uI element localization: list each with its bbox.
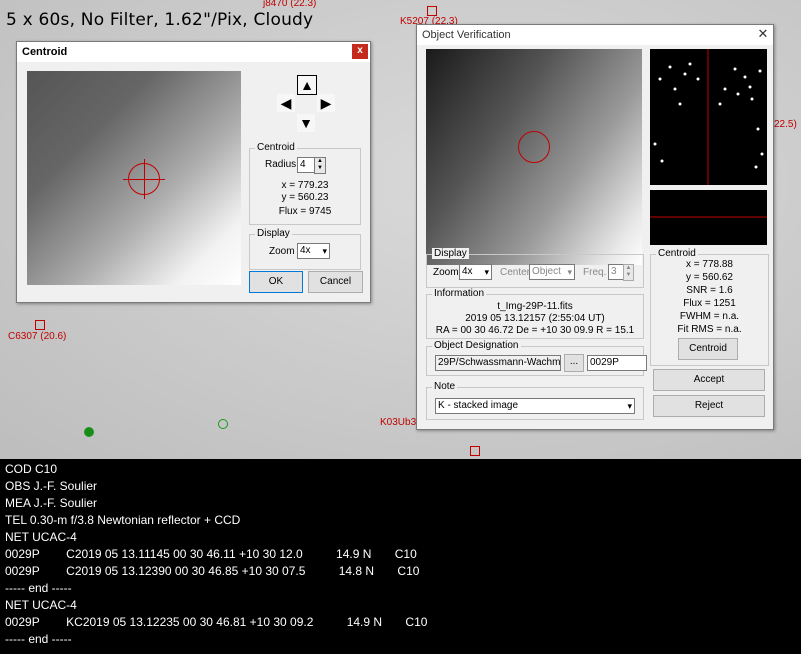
info-file: t_Img-29P-11.fits [497, 301, 573, 312]
profile-preview [650, 190, 767, 245]
ok-button[interactable]: OK [249, 271, 303, 293]
move-right-button[interactable]: ▶ [317, 94, 335, 112]
note-select[interactable]: K - stacked image [435, 398, 635, 414]
move-down-button[interactable]: ▼ [297, 114, 315, 132]
information-group: Information t_Img-29P-11.fits 2019 05 13… [426, 288, 644, 339]
report-line: OBS J.-F. Soulier [5, 479, 98, 493]
object-designation-group: Object Designation 29P/Schwassmann-Wachm… [426, 340, 647, 376]
report-line: COD C10 [5, 462, 58, 476]
info-coords: RA = 00 30 46.72 De = +10 30 09.9 R = 15… [435, 325, 635, 336]
freq-label: Freq. [583, 267, 607, 278]
freq-input[interactable]: 3 [608, 264, 624, 280]
centroid-x: x = 779.23 [281, 180, 329, 191]
crosshair [144, 159, 145, 199]
centroid-window-titlebar[interactable]: Centroid x [17, 42, 370, 62]
report-line: NET UCAC-4 [5, 598, 77, 612]
browse-button[interactable]: ... [564, 354, 584, 372]
centroid-y: y = 560.62 [686, 272, 733, 283]
star-label: K03Ub3 [380, 417, 417, 428]
designation-code-input[interactable]: 0029P [587, 355, 647, 371]
centroid-fwhm: FWHM = n.a. [679, 311, 740, 322]
group-label: Display [255, 228, 292, 239]
info-date: 2019 05 13.12157 (2:55:04 UT) [465, 313, 605, 324]
star-marker [470, 446, 480, 456]
reference-star-marker [218, 419, 228, 429]
radius-spinner[interactable]: ▲ ▼ [314, 157, 326, 174]
group-label: Centroid [255, 142, 297, 153]
zoom-select[interactable]: 4x [459, 264, 492, 280]
display-group: Display Zoom 4x [249, 228, 361, 270]
move-left-button[interactable]: ◀ [277, 94, 295, 112]
close-icon[interactable]: ✕ [755, 27, 771, 42]
reject-button[interactable]: Reject [653, 395, 765, 417]
object-image[interactable] [426, 49, 642, 265]
star-label: 22.5) [774, 119, 797, 130]
group-label: Display [432, 248, 469, 259]
object-verification-window: Object Verification ✕ Display Zoom 4x Ce… [416, 24, 774, 430]
centroid-x: x = 778.88 [686, 259, 733, 270]
report-line: 0029P C2019 05 13.12390 00 30 46.85 +10 … [5, 564, 420, 578]
reference-star-marker [84, 427, 94, 437]
report-line: 0029P KC2019 05 13.12235 00 30 46.81 +10… [5, 615, 428, 629]
radius-label: Radius [265, 159, 297, 170]
radius-input[interactable]: 4 [297, 157, 315, 173]
star-marker [35, 320, 45, 330]
cancel-button[interactable]: Cancel [308, 271, 363, 293]
verification-window-titlebar[interactable]: Object Verification ✕ [417, 25, 773, 45]
group-label: Note [432, 381, 458, 392]
centroid-flux: Flux = 1251 [683, 298, 736, 309]
centroid-window: Centroid x ▲ ◀ ▶ ▼ Centroid Radius 4 ▲ ▼ … [16, 41, 371, 303]
centroid-snr: SNR = 1.6 [686, 285, 733, 296]
accept-button[interactable]: Accept [653, 369, 765, 391]
designation-input[interactable]: 29P/Schwassmann-Wachm [435, 355, 561, 371]
object-circle [518, 131, 550, 163]
centroid-image[interactable] [27, 71, 241, 285]
centroid-flux: Flux = 9745 [278, 206, 332, 217]
window-title: Centroid [22, 46, 68, 58]
note-group: Note K - stacked image [426, 381, 644, 420]
image-caption: 5 x 60s, No Filter, 1.62"/Pix, Cloudy [6, 10, 314, 30]
center-select[interactable]: Object [529, 264, 575, 280]
report-line: MEA J.-F. Soulier [5, 496, 98, 510]
group-label: Object Designation [432, 340, 521, 351]
report-line: TEL 0.30-m f/3.8 Newtonian reflector + C… [5, 513, 241, 527]
window-title: Object Verification [422, 29, 511, 41]
move-up-button[interactable]: ▲ [297, 75, 317, 95]
report-line: NET UCAC-4 [5, 530, 77, 544]
report-console: COD C10 OBS J.-F. Soulier MEA J.-F. Soul… [0, 459, 801, 654]
zoom-label: Zoom [433, 267, 459, 278]
star-label: C6307 (20.6) [8, 331, 67, 342]
centroid-y: y = 560.23 [281, 192, 329, 203]
centroid-group: Centroid Radius 4 ▲ ▼ x = 779.23 y = 560.… [249, 142, 361, 225]
centroid-fitrms: Fit RMS = n.a. [677, 324, 742, 335]
report-line: ----- end ----- [5, 632, 72, 646]
centroid-info-group: Centroid x = 778.88 y = 560.62 SNR = 1.6… [650, 248, 769, 366]
zoom-select[interactable]: 4x [297, 243, 330, 259]
centroid-button[interactable]: Centroid [678, 338, 738, 360]
display-group: Display Zoom 4x Center Object Freq. 3 ▲▼ [426, 248, 644, 288]
star-marker [427, 6, 437, 16]
group-label: Centroid [656, 248, 698, 259]
zoom-label: Zoom [269, 246, 295, 257]
star-label: j8470 (22.3) [263, 0, 317, 9]
close-icon[interactable]: x [352, 44, 368, 59]
freq-spinner[interactable]: ▲ ▼ [623, 264, 634, 281]
star-field-preview [650, 49, 767, 185]
center-label: Center [500, 267, 531, 278]
report-line: ----- end ----- [5, 581, 72, 595]
group-label: Information [432, 288, 487, 299]
report-line: 0029P C2019 05 13.11145 00 30 46.11 +10 … [5, 547, 417, 561]
